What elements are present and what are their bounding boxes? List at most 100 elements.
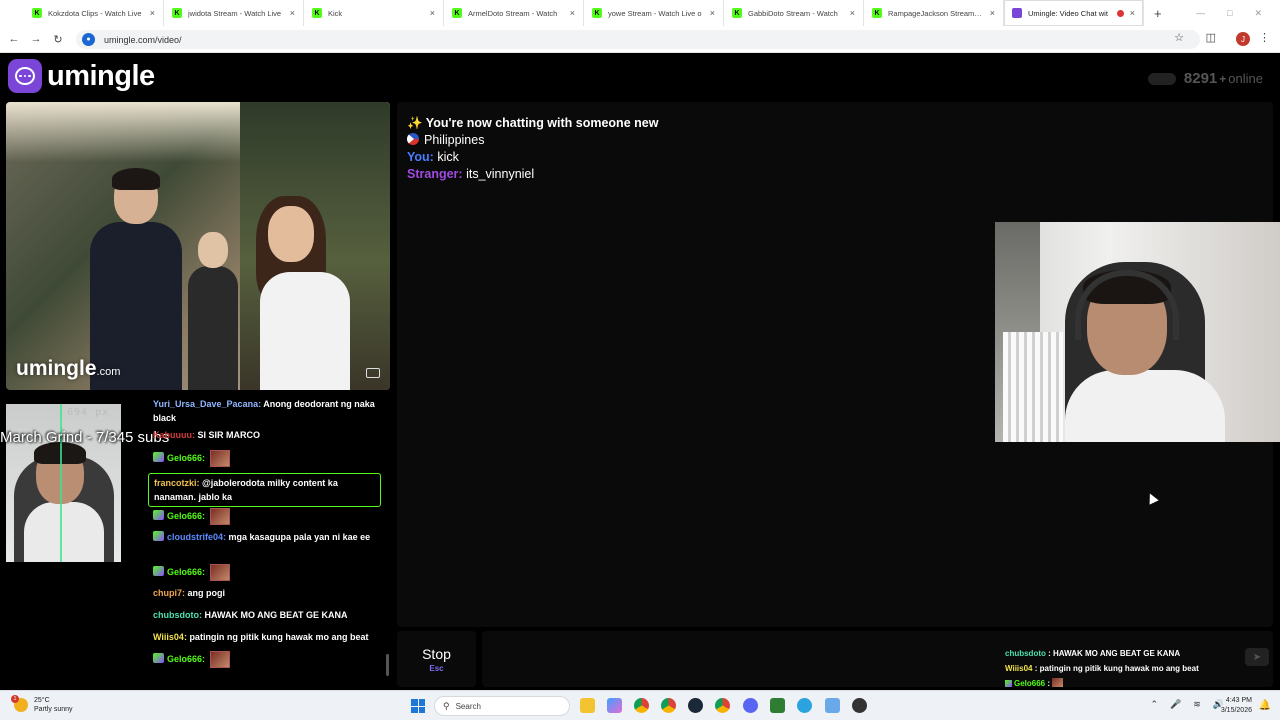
profile-avatar[interactable]: J	[1236, 32, 1250, 46]
kick-favicon-icon: K	[452, 8, 462, 18]
close-tab-icon[interactable]: ×	[430, 8, 435, 18]
browser-tab[interactable]: Umingle: Video Chat wit ×	[1004, 0, 1144, 26]
chrome-icon[interactable]	[661, 698, 676, 713]
chat-username[interactable]: Kabuuuu	[153, 430, 192, 440]
chat-username[interactable]: Yuri_Ursa_Dave_Pacana	[153, 399, 258, 409]
kick-favicon-icon: K	[172, 8, 182, 18]
chat-username[interactable]: Gelo666	[167, 453, 202, 463]
stop-button[interactable]: Stop Esc	[397, 631, 476, 687]
wifi-icon[interactable]: ≋	[1193, 699, 1201, 710]
tab-title: Kokzdota Clips - Watch Live	[48, 8, 142, 18]
kick-chat-message: Yuri_Ursa_Dave_Pacana: Anong deodorant n…	[153, 399, 375, 423]
send-button[interactable]: ➤	[1245, 648, 1269, 666]
kebab-menu-icon[interactable]: ⋮	[1259, 31, 1270, 44]
system-tray: ⌃ 🎤 ≋ 🔊	[1150, 699, 1224, 710]
forward-icon[interactable]: →	[25, 33, 47, 45]
chrome-alt-icon[interactable]	[634, 698, 649, 713]
tab-title: RampageJackson Stream - W	[888, 8, 984, 18]
browser-tab[interactable]: Kyowe Stream - Watch Live o ×	[584, 0, 724, 26]
omnibox[interactable]: ● umingle.com/video/	[76, 30, 1200, 49]
microphone-icon[interactable]: 🎤	[1170, 699, 1181, 710]
emote-icon	[209, 450, 230, 467]
screen-icon[interactable]	[366, 368, 380, 378]
mini-chat-message: chubsdoto : HAWAK MO ANG BEAT GE KANA	[1005, 649, 1181, 658]
browser-tab[interactable]: K Kick ×	[304, 0, 444, 26]
close-tab-icon[interactable]: ×	[570, 8, 575, 18]
star-icon[interactable]: ☆	[1174, 31, 1184, 44]
you-message: You: kick	[407, 150, 459, 164]
extensions-icon[interactable]: ◫	[1206, 31, 1216, 44]
tab-title: yowe Stream - Watch Live o	[608, 8, 702, 18]
close-tab-icon[interactable]: ×	[850, 8, 855, 18]
chat-username[interactable]: Gelo666	[167, 511, 202, 521]
obs-icon[interactable]	[770, 698, 785, 713]
kick-chat-overlay: Yuri_Ursa_Dave_Pacana: Anong deodorant n…	[143, 395, 391, 687]
weather-widget[interactable]: 1 25°C Partly sunny	[11, 695, 73, 714]
site-logo[interactable]: umingle	[8, 59, 155, 93]
copilot-icon[interactable]	[607, 698, 622, 713]
mini-chat-message: Gelo666 :	[1005, 676, 1199, 691]
telegram-icon[interactable]	[797, 698, 812, 713]
close-tab-icon[interactable]: ×	[150, 8, 155, 18]
self-webcam	[995, 222, 1280, 442]
steam-icon[interactable]	[688, 698, 703, 713]
mini-chat-message: Wiiis04 : patingin ng pitik kung hawak m…	[1005, 664, 1199, 673]
kick-chat-message: Wiiis04: patingin ng pitik kung hawak mo…	[153, 632, 369, 642]
chevron-up-icon[interactable]: ⌃	[1150, 699, 1158, 710]
chat-username[interactable]: Wiiis04	[153, 632, 184, 642]
philippines-flag-icon	[407, 133, 419, 145]
close-tab-icon[interactable]: ×	[1130, 8, 1135, 18]
browser-tab[interactable]: K ArmelDoto Stream - Watch ×	[444, 0, 584, 26]
search-icon: ⚲	[443, 700, 450, 711]
recording-icon	[1116, 9, 1124, 17]
chat-username[interactable]: chupi7	[153, 588, 182, 598]
chat-text: patingin ng pitik kung hawak mo ang beat	[189, 632, 369, 642]
weather-temp: 25°C	[34, 697, 50, 704]
online-toggle[interactable]	[1147, 72, 1176, 85]
emote-icon	[209, 651, 230, 668]
browser-tab[interactable]: K RampageJackson Stream - W ×	[864, 0, 1004, 26]
recording-app-icon[interactable]	[852, 698, 867, 713]
new-tab-button[interactable]: +	[1144, 6, 1172, 21]
reload-icon[interactable]: ↻	[47, 33, 69, 46]
discord-icon[interactable]	[743, 698, 758, 713]
close-tab-icon[interactable]: ×	[290, 8, 295, 18]
tab-title: ArmelDoto Stream - Watch	[468, 8, 558, 18]
country-line: Philippines	[407, 133, 484, 147]
kick-chat-message: Gelo666:	[153, 508, 383, 525]
browser-tab[interactable]: Kjwidota Stream - Watch Live ×	[164, 0, 304, 26]
maximize-icon[interactable]: □	[1227, 8, 1232, 18]
notification-bell-icon[interactable]: 🔔	[1259, 700, 1271, 711]
clock[interactable]: 4:43 PM 3/15/2026	[1221, 696, 1252, 716]
chat-username[interactable]: chubsdoto	[153, 610, 199, 620]
umingle-page: umingle 8291 + online umingle.com 694 px…	[0, 54, 1280, 690]
chat-username[interactable]: francotzki	[154, 478, 197, 488]
mini-chat-username: chubsdoto	[1005, 649, 1046, 658]
kick-favicon-icon: K	[32, 8, 42, 18]
browser-tab[interactable]: K Kokzdota Clips - Watch Live ×	[24, 0, 164, 26]
close-tab-icon[interactable]: ×	[710, 8, 715, 18]
chat-username[interactable]: Gelo666	[167, 567, 202, 577]
file-explorer-icon[interactable]	[580, 698, 595, 713]
close-tab-icon[interactable]: ×	[990, 8, 995, 18]
snipping-tool-icon[interactable]	[825, 698, 840, 713]
browser-tab[interactable]: K GabbiDoto Stream - Watch ×	[724, 0, 864, 26]
chrome-profile-icon[interactable]	[715, 698, 730, 713]
stop-label: Stop	[422, 645, 451, 662]
minimize-icon[interactable]: —	[1196, 8, 1205, 18]
back-icon[interactable]: ←	[3, 33, 25, 45]
chat-scrollbar[interactable]	[386, 654, 389, 676]
sub-badge-icon	[153, 565, 164, 576]
site-info-icon[interactable]: ●	[82, 33, 95, 46]
sub-badge-icon	[153, 652, 164, 663]
taskbar-search[interactable]: ⚲ Search	[434, 696, 570, 716]
kick-chat-message: Gelo666:	[153, 651, 383, 668]
window-controls: — □ ✕	[1196, 0, 1280, 26]
chat-username[interactable]: Gelo666	[167, 654, 202, 664]
site-name: umingle	[47, 59, 155, 92]
close-window-icon[interactable]: ✕	[1254, 8, 1262, 19]
online-label: online	[1228, 71, 1263, 86]
start-icon[interactable]	[411, 699, 425, 713]
online-counter: 8291 + online	[1147, 70, 1263, 87]
chat-username[interactable]: cloudstrife04	[167, 532, 223, 542]
